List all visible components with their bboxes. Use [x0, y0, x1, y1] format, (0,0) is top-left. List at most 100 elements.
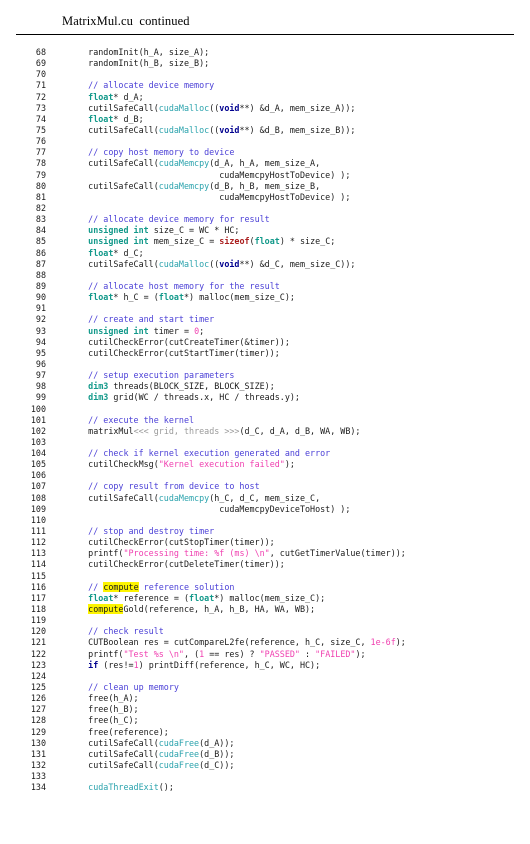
code-text: if (res!=1) printDiff(reference, h_C, WC…: [46, 660, 320, 671]
code-line: 133: [0, 771, 530, 782]
token-comment: // clean up memory: [88, 682, 179, 693]
code-text: cutilSafeCall(cudaMemcpy(d_A, h_A, mem_s…: [46, 158, 320, 169]
token-comment: // allocate host memory for the result: [88, 280, 280, 291]
code-text: free(reference);: [46, 727, 169, 738]
token-plain: * d_A;: [113, 91, 144, 102]
token-plain: free(h_B);: [68, 704, 139, 715]
token-plain: *) malloc(mem_size_C);: [214, 592, 326, 603]
code-text: cutilSafeCall(cudaMalloc((void**) &d_B, …: [46, 125, 355, 136]
code-line: 134 cudaThreadExit();: [0, 782, 530, 793]
code-line: 131 cutilSafeCall(cudaFree(d_B));: [0, 749, 530, 760]
line-number: 82: [35, 202, 46, 213]
code-line: 130 cutilSafeCall(cudaFree(d_A));: [0, 738, 530, 749]
line-number: 78: [35, 158, 46, 169]
line-number: 95: [35, 347, 46, 358]
token-func: cudaMalloc: [158, 102, 210, 113]
code-line: 107 // copy result from device to host: [0, 481, 530, 492]
code-line: 114 cutilCheckError(cutDeleteTimer(timer…: [0, 559, 530, 570]
line-number: 118: [30, 604, 46, 615]
token-func: cudaMemcpy: [158, 492, 210, 503]
code-line: 73 cutilSafeCall(cudaMalloc((void**) &d_…: [0, 103, 530, 114]
line-number: 110: [30, 514, 46, 525]
token-comment-hl: compute: [103, 581, 139, 592]
token-plain: ) * size_C;: [279, 236, 336, 247]
token-plain: * d_B;: [113, 113, 144, 124]
token-func: cudaThreadExit: [88, 782, 159, 793]
code-text: // create and start timer: [46, 314, 214, 325]
code-line: 72 float* d_A;: [0, 92, 530, 103]
code-line: 116 // compute reference solution: [0, 581, 530, 593]
token-plain: cutilSafeCall(: [68, 737, 159, 748]
code-text: cutilCheckError(cutStartTimer(timer));: [46, 348, 280, 359]
code-line: 118 computeGold(reference, h_A, h_B, HA,…: [0, 604, 530, 615]
token-plain: );: [355, 648, 366, 659]
code-text: float* d_C;: [46, 248, 143, 259]
token-plain: **) &d_C, mem_size_C));: [239, 258, 356, 269]
token-plain: (d_A, h_A, mem_size_A,: [209, 158, 321, 169]
code-line: 92 // create and start timer: [0, 314, 530, 325]
code-line: 104 // check if kernel execution generat…: [0, 448, 530, 459]
token-type: float: [189, 592, 215, 603]
code-text: cutilCheckMsg("Kernel execution failed")…: [46, 459, 295, 470]
source-code-listing: 68 randomInit(h_A, size_A); 69 randomInit…: [0, 47, 530, 793]
code-line: 77 // copy host memory to device: [0, 147, 530, 158]
token-plain: (h_C, d_C, mem_size_C,: [209, 492, 321, 503]
line-number: 131: [30, 748, 46, 759]
code-text: cutilSafeCall(cudaMemcpy(d_B, h_B, mem_s…: [46, 181, 320, 192]
line-number: 88: [35, 269, 46, 280]
code-line: 119: [0, 615, 530, 626]
line-number: 100: [30, 403, 46, 414]
token-plain: grid(WC / threads.x, HC / threads.y);: [108, 392, 300, 403]
code-line: 69 randomInit(h_B, size_B);: [0, 58, 530, 69]
code-line: 125 // clean up memory: [0, 682, 530, 693]
token-plain: cutilSafeCall(: [68, 180, 159, 191]
code-line: 103: [0, 437, 530, 448]
token-string: "PASSED": [259, 648, 300, 659]
token-plain: (d_B));: [199, 748, 235, 759]
code-text: matrixMul<<< grid, threads >>>(d_C, d_A,…: [46, 426, 360, 437]
code-line: 129 free(reference);: [0, 727, 530, 738]
token-plain: cutilSafeCall(: [68, 760, 159, 770]
code-line: 81 cudaMemcpyHostToDevice) );: [0, 192, 530, 203]
token-comment: // create and start timer: [88, 314, 215, 325]
code-line: 75 cutilSafeCall(cudaMalloc((void**) &d_…: [0, 125, 530, 136]
line-number: 112: [30, 537, 46, 548]
line-number: 101: [30, 414, 46, 425]
code-text: // compute reference solution: [46, 581, 234, 593]
code-line: 112 cutilCheckError(cutStopTimer(timer))…: [0, 537, 530, 548]
line-number: 98: [35, 381, 46, 392]
token-func: cudaMemcpy: [158, 180, 210, 191]
code-line: 117 float* reference = (float*) malloc(m…: [0, 593, 530, 604]
token-type: unsigned int: [88, 225, 149, 236]
token-type: float: [158, 292, 184, 303]
code-text: free(h_B);: [46, 704, 139, 715]
token-type: unsigned int: [88, 325, 149, 336]
line-number: 121: [30, 637, 46, 648]
token-func: cudaMalloc: [158, 124, 210, 135]
code-text: unsigned int mem_size_C = sizeof(float) …: [46, 236, 335, 247]
code-line: 96: [0, 359, 530, 370]
line-number: 73: [35, 102, 46, 113]
code-line: 106: [0, 470, 530, 481]
code-line: 111 // stop and destroy timer: [0, 526, 530, 537]
line-number: 116: [30, 581, 46, 592]
line-number: 126: [30, 693, 46, 704]
token-type: float: [88, 292, 114, 303]
token-plain: ((: [209, 258, 220, 269]
code-line: 86 float* d_C;: [0, 248, 530, 259]
line-number: 125: [30, 682, 46, 693]
token-plain: );: [284, 459, 295, 470]
listing-header: MatrixMul.cu continued: [0, 0, 530, 29]
